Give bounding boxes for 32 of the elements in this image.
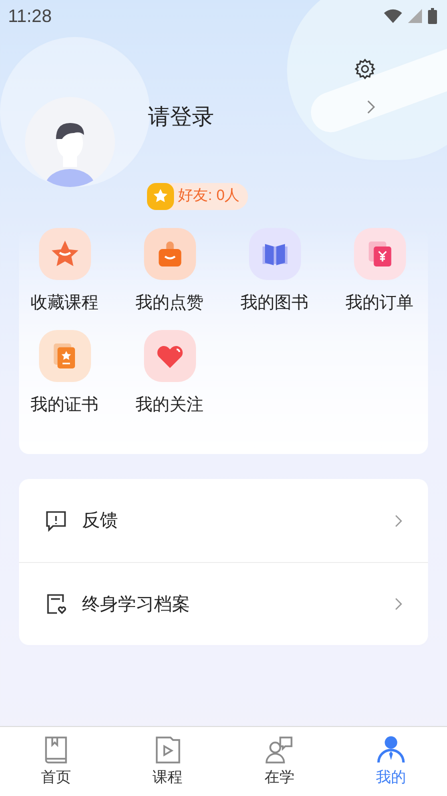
thumbs-up-icon	[144, 228, 196, 280]
wifi-icon	[384, 9, 402, 23]
battery-icon	[428, 8, 437, 24]
nav-tab[interactable]: 课程	[112, 727, 224, 796]
status-time: 11:28	[8, 4, 52, 28]
chevron-right-icon[interactable]	[366, 100, 376, 114]
person-chat-icon	[264, 735, 294, 765]
shortcut-item[interactable]: 我的订单	[327, 228, 432, 316]
nav-tab[interactable]: 首页	[0, 727, 112, 796]
chevron-right-icon	[394, 514, 403, 528]
shortcut-item[interactable]: 收藏课程	[12, 228, 117, 316]
feedback-icon	[44, 508, 68, 532]
settings-icon[interactable]	[354, 58, 376, 80]
heart-icon	[144, 330, 196, 382]
book-icon	[248, 228, 300, 280]
menu-row[interactable]: 终身学习档案	[44, 590, 403, 618]
nav-tab[interactable]: 在学	[224, 727, 336, 796]
user-icon	[376, 735, 406, 765]
star-icon	[38, 228, 90, 280]
signal-icon	[408, 9, 422, 23]
shortcut-item[interactable]: 我的图书	[222, 228, 327, 316]
shortcut-item[interactable]: 我的点赞	[117, 228, 222, 316]
receipt-icon	[354, 228, 406, 280]
nav-tab[interactable]: 我的	[335, 727, 447, 796]
menu-row[interactable]: 反馈	[44, 507, 403, 534]
chevron-right-icon	[394, 597, 403, 611]
friends-badge: 好友: 0人	[147, 183, 248, 210]
shortcut-item[interactable]: 我的证书	[12, 330, 117, 417]
login-prompt[interactable]: 请登录	[148, 100, 214, 133]
certificate-icon	[38, 330, 90, 382]
document-heart-icon	[44, 592, 68, 616]
shortcut-item[interactable]: 我的关注	[117, 330, 222, 417]
